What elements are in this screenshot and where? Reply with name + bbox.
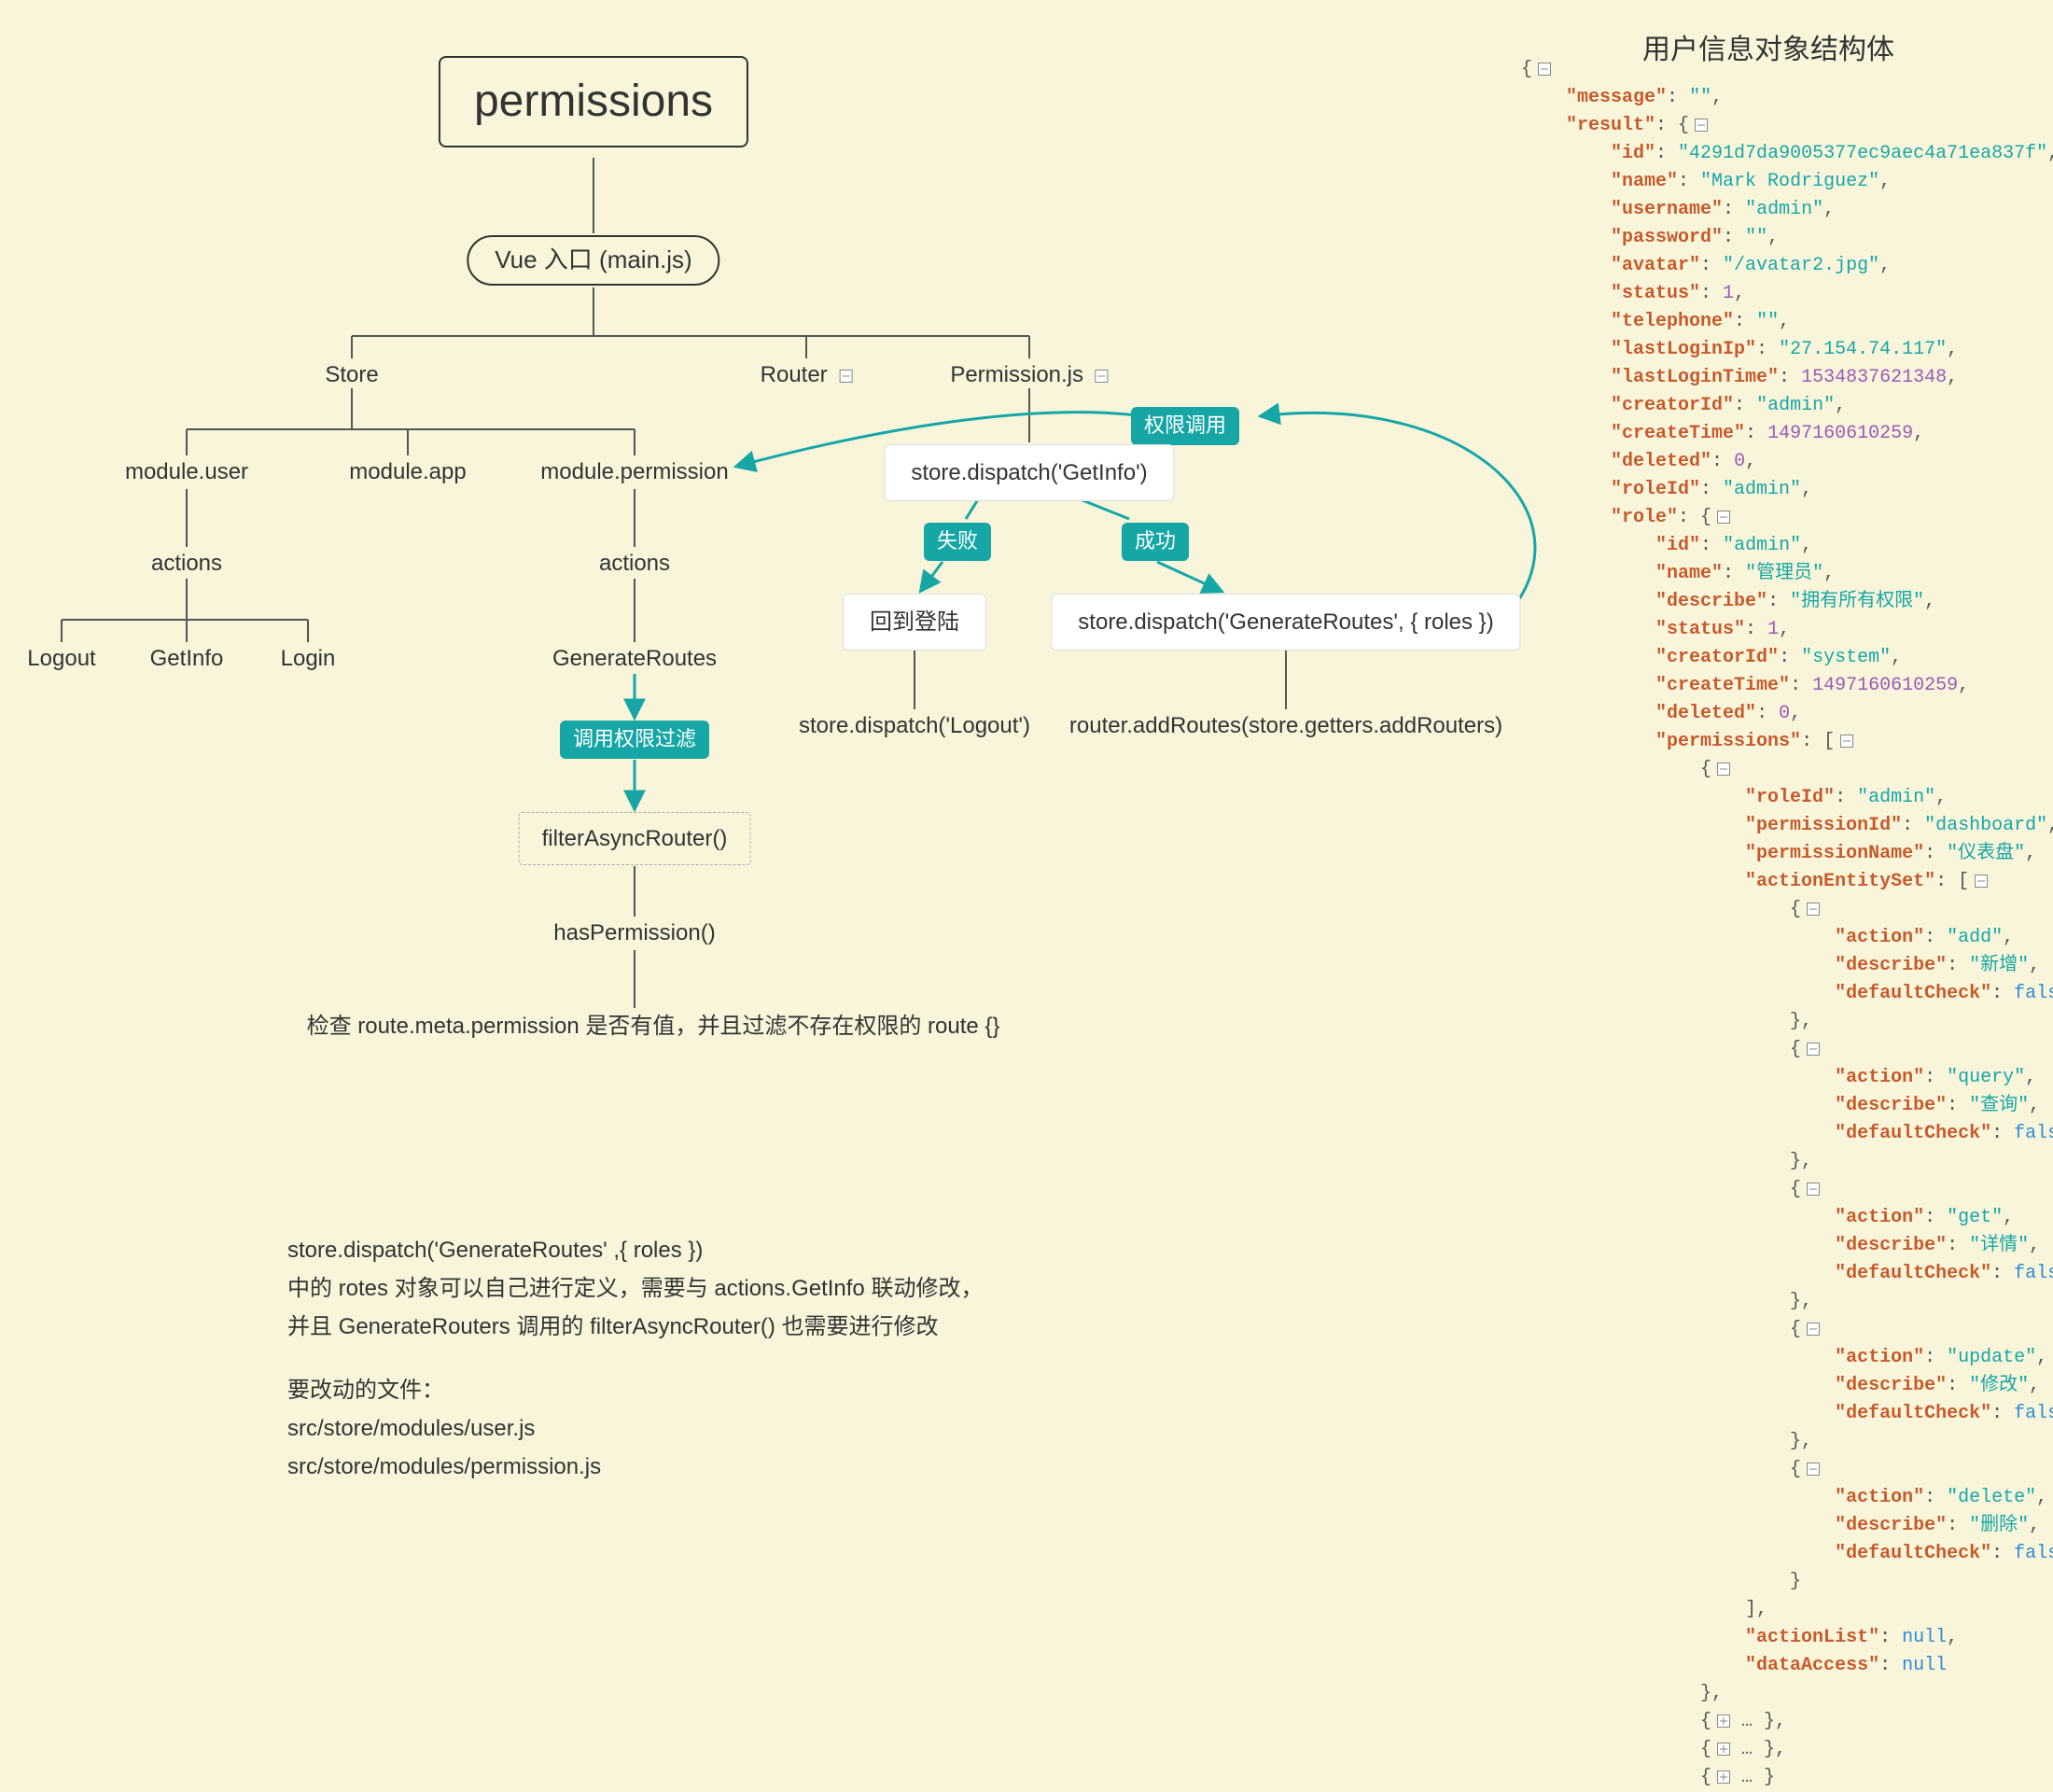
getinfo-node: GetInfo	[150, 644, 224, 673]
back-login-label: 回到登陆	[870, 609, 959, 635]
collapse-icon[interactable]	[1807, 1183, 1820, 1196]
generate-routes-label: GenerateRoutes	[552, 646, 717, 671]
collapse-icon[interactable]	[1717, 511, 1730, 524]
filter-async-router-label: filterAsyncRouter()	[542, 826, 728, 851]
note-line-3: 并且 GenerateRouters 调用的 filterAsyncRouter…	[287, 1309, 983, 1347]
collapse-icon[interactable]	[1807, 1463, 1820, 1476]
permissionjs-label: Permission.js	[950, 362, 1083, 387]
module-permission-node: module.permission	[540, 457, 728, 486]
router-node: Router	[761, 360, 853, 389]
dispatch-logout-node: store.dispatch('Logout')	[799, 711, 1030, 740]
module-app-label: module.app	[349, 459, 466, 484]
filter-async-router-node: filterAsyncRouter()	[519, 812, 751, 865]
note-line-1: store.dispatch('GenerateRoutes' ,{ roles…	[287, 1232, 983, 1270]
logout-node: Logout	[27, 644, 95, 673]
success-tag: 成功	[1122, 523, 1189, 561]
login-label: Login	[281, 646, 336, 671]
root-label: permissions	[474, 77, 713, 126]
has-permission-label: hasPermission()	[553, 920, 715, 945]
collapse-icon[interactable]	[1840, 735, 1853, 748]
permissionjs-node: Permission.js	[950, 360, 1108, 389]
fail-label: 失败	[937, 529, 978, 553]
call-filter-label: 调用权限过滤	[573, 727, 696, 750]
module-app-node: module.app	[349, 457, 466, 486]
note-line-2: 中的 rotes 对象可以自己进行定义，需要与 actions.GetInfo …	[287, 1270, 983, 1309]
module-user-node: module.user	[125, 457, 248, 486]
check-route-label: 检查 route.meta.permission 是否有值，并且过滤不存在权限的…	[307, 1014, 1000, 1039]
expand-icon[interactable]	[1717, 1771, 1730, 1784]
logout-label: Logout	[27, 646, 95, 671]
module-user-label: module.user	[125, 459, 248, 484]
collapse-icon[interactable]	[1096, 370, 1109, 383]
router-label: Router	[761, 362, 828, 387]
dispatch-getinfo-node: store.dispatch('GetInfo')	[884, 444, 1174, 501]
actions-label: actions	[151, 551, 222, 576]
note-line-5: src/store/modules/user.js	[287, 1410, 983, 1449]
collapse-icon[interactable]	[1807, 903, 1820, 916]
expand-icon[interactable]	[1717, 1715, 1730, 1728]
store-node: Store	[325, 360, 378, 389]
check-route-node: 检查 route.meta.permission 是否有值，并且过滤不存在权限的…	[307, 1012, 1000, 1041]
diagram-canvas: permissions Vue 入口 (main.js) Store Route…	[0, 0, 2053, 1680]
has-permission-node: hasPermission()	[553, 918, 715, 947]
dispatch-gr-label: store.dispatch('GenerateRoutes', { roles…	[1078, 609, 1493, 635]
expand-icon[interactable]	[1717, 1743, 1730, 1756]
collapse-icon[interactable]	[1975, 875, 1988, 888]
notes-block: store.dispatch('GenerateRoutes' ,{ roles…	[287, 1232, 983, 1487]
call-filter-tag: 调用权限过滤	[560, 721, 709, 759]
add-routes-label: router.addRoutes(store.getters.addRouter…	[1069, 713, 1502, 738]
collapse-icon[interactable]	[1538, 63, 1551, 76]
collapse-icon[interactable]	[1807, 1323, 1820, 1336]
root-node: permissions	[439, 56, 748, 147]
module-permission-label: module.permission	[540, 459, 728, 484]
collapse-icon[interactable]	[1695, 119, 1708, 132]
spacer	[287, 1346, 983, 1372]
collapse-icon[interactable]	[839, 370, 852, 383]
fail-tag: 失败	[924, 523, 991, 561]
collapse-icon[interactable]	[1717, 763, 1730, 776]
vue-entry-node: Vue 入口 (main.js)	[467, 235, 719, 286]
dispatch-getinfo-label: store.dispatch('GetInfo')	[911, 460, 1147, 485]
actions-permission-node: actions	[599, 549, 670, 578]
note-line-4: 要改动的文件：	[287, 1372, 983, 1410]
actions-label: actions	[599, 551, 670, 576]
dispatch-generate-routes-node: store.dispatch('GenerateRoutes', { roles…	[1051, 594, 1520, 651]
success-label: 成功	[1135, 529, 1176, 553]
back-login-node: 回到登陆	[843, 594, 986, 651]
perm-call-label: 权限调用	[1144, 413, 1226, 437]
add-routes-node: router.addRoutes(store.getters.addRouter…	[1069, 711, 1502, 740]
actions-user-node: actions	[151, 549, 222, 578]
vue-entry-label: Vue 入口 (main.js)	[495, 245, 691, 273]
login-node: Login	[281, 644, 336, 673]
generate-routes-node: GenerateRoutes	[552, 644, 717, 673]
collapse-icon[interactable]	[1807, 1043, 1820, 1056]
getinfo-label: GetInfo	[150, 646, 224, 671]
store-label: Store	[325, 362, 378, 387]
perm-call-tag: 权限调用	[1131, 407, 1239, 445]
note-line-6: src/store/modules/permission.js	[287, 1449, 983, 1487]
dispatch-logout-label: store.dispatch('Logout')	[799, 713, 1030, 738]
json-structure: { "message": "", "result": { "id": "4291…	[1521, 56, 2053, 1792]
